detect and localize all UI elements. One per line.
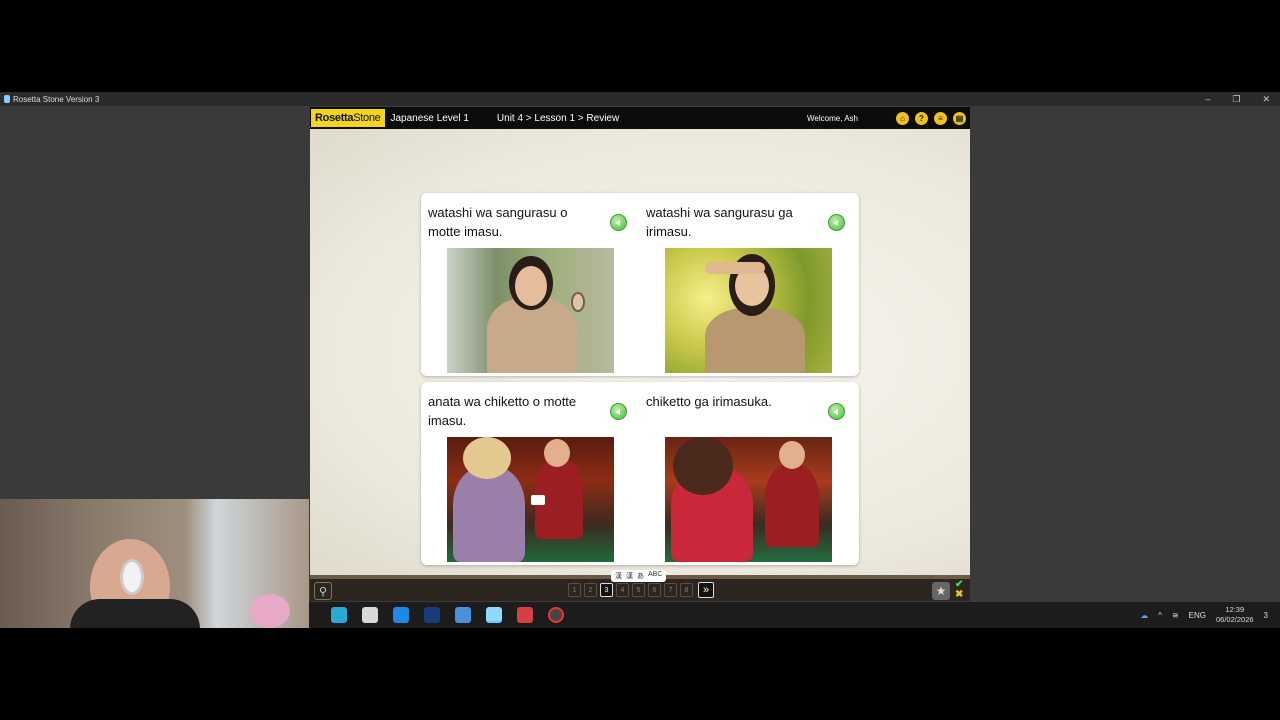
window-title: Rosetta Stone Version 3: [13, 94, 100, 104]
phrase-text: anata wa chiketto o motte imasu.: [428, 394, 577, 428]
photo-man-gesturing[interactable]: [665, 437, 832, 562]
webcam-overlay: [0, 499, 309, 628]
magnifier-button[interactable]: ⚲: [314, 582, 332, 600]
logo-text-1: Rosetta: [315, 112, 354, 124]
review-card: watashi wa sangurasu o motte imasu. wata…: [421, 193, 859, 376]
home-icon[interactable]: ⌂: [896, 111, 909, 125]
page-button[interactable]: 6: [648, 583, 661, 597]
app-icon: [4, 95, 10, 103]
cloud-icon[interactable]: ☁: [1140, 611, 1148, 620]
rosetta-stone-taskbar-icon[interactable]: [486, 607, 502, 623]
window-titlebar: Rosetta Stone Version 3 – ❐ ✕: [0, 92, 1280, 106]
close-button[interactable]: ✕: [1262, 94, 1270, 105]
x-icon: ✖: [955, 589, 964, 600]
obs-icon[interactable]: [548, 607, 564, 623]
clock-date: 06/02/2026: [1216, 615, 1254, 624]
breadcrumb: Unit 4 > Lesson 1 > Review: [496, 112, 620, 124]
bottom-bar: ⚲ 漢 漢 あ ABC 1 2 3 4 5 6 7 8 » ★ ✔ ✖: [310, 570, 970, 601]
review-card: anata wa chiketto o motte imasu. chikett…: [421, 382, 859, 565]
review-item[interactable]: anata wa chiketto o motte imasu.: [421, 382, 640, 565]
speaker-icon[interactable]: [828, 214, 845, 231]
streamer-shirt: [70, 599, 200, 628]
script-option[interactable]: ABC: [648, 571, 662, 581]
photo-woman-shading-eyes[interactable]: [665, 248, 832, 373]
rosetta-stone-logo: Rosetta Stone: [311, 109, 385, 127]
menu-icon[interactable]: ≡: [934, 111, 947, 125]
page-button[interactable]: 2: [584, 583, 597, 597]
desktop-screen: Rosetta Stone Version 3 – ❐ ✕ Rosetta Sto…: [0, 92, 1280, 628]
phrase-text: chiketto ga irimasuka.: [646, 394, 772, 409]
app-icon-x[interactable]: [393, 607, 409, 623]
clock[interactable]: 12:39 06/02/2026: [1216, 605, 1254, 625]
review-item[interactable]: chiketto ga irimasuka.: [639, 382, 858, 565]
review-item[interactable]: watashi wa sangurasu ga irimasu.: [639, 193, 858, 376]
page-navigator: 1 2 3 4 5 6 7 8 »: [568, 582, 714, 598]
files-icon[interactable]: [362, 607, 378, 623]
star-icon[interactable]: ★: [932, 582, 950, 600]
page-button[interactable]: 8: [680, 583, 693, 597]
next-page-button[interactable]: »: [698, 582, 714, 598]
photo-woman-holding-sunglasses[interactable]: [447, 248, 614, 373]
help-icon[interactable]: ?: [915, 111, 928, 125]
notifications-badge[interactable]: 3: [1264, 611, 1268, 620]
clapper-icon[interactable]: [517, 607, 533, 623]
review-item[interactable]: watashi wa sangurasu o motte imasu.: [421, 193, 640, 376]
language-indicator[interactable]: ENG: [1189, 611, 1206, 620]
page-button[interactable]: 5: [632, 583, 645, 597]
script-option[interactable]: 漢: [626, 571, 633, 581]
app-window: Rosetta Stone Japanese Level 1 Unit 4 > L…: [310, 107, 970, 601]
clock-time: 12:39: [1225, 605, 1245, 614]
phrase-text: watashi wa sangurasu ga irimasu.: [646, 205, 793, 239]
speaker-icon[interactable]: [610, 214, 627, 231]
script-option[interactable]: 漢: [615, 571, 622, 581]
lesson-stage: watashi wa sangurasu o motte imasu. wata…: [310, 129, 970, 575]
plush-toy: [250, 594, 290, 628]
phrase-text: watashi wa sangurasu o motte imasu.: [428, 205, 568, 239]
minimize-button[interactable]: –: [1205, 94, 1210, 104]
restore-button[interactable]: ❐: [1232, 94, 1240, 105]
wifi-icon[interactable]: ≋: [1172, 611, 1179, 620]
top-bar: Rosetta Stone Japanese Level 1 Unit 4 > L…: [310, 107, 970, 129]
answer-status: ✔ ✖: [955, 580, 967, 600]
page-button-current[interactable]: 3: [600, 583, 613, 597]
network-app-icon[interactable]: [455, 607, 471, 623]
photo-woman-with-ticket[interactable]: [447, 437, 614, 562]
page-button[interactable]: 7: [664, 583, 677, 597]
speaker-icon[interactable]: [610, 403, 627, 420]
taskbar: ☁ ^ ≋ ENG 12:39 06/02/2026 3: [309, 602, 1280, 628]
chevron-up-icon[interactable]: ^: [1158, 611, 1162, 620]
headphones-icon: [120, 559, 144, 595]
mail-icon[interactable]: [331, 607, 347, 623]
speaker-icon[interactable]: [828, 403, 845, 420]
welcome-text: Welcome, Ash: [807, 113, 858, 123]
logo-text-2: Stone: [353, 112, 381, 124]
store-icon[interactable]: [424, 607, 440, 623]
settings-icon[interactable]: ▤: [953, 111, 966, 125]
script-option[interactable]: あ: [637, 571, 644, 581]
page-button[interactable]: 4: [616, 583, 629, 597]
script-selector: 漢 漢 あ ABC: [611, 570, 667, 582]
course-title: Japanese Level 1: [390, 112, 469, 124]
page-button[interactable]: 1: [568, 583, 581, 597]
